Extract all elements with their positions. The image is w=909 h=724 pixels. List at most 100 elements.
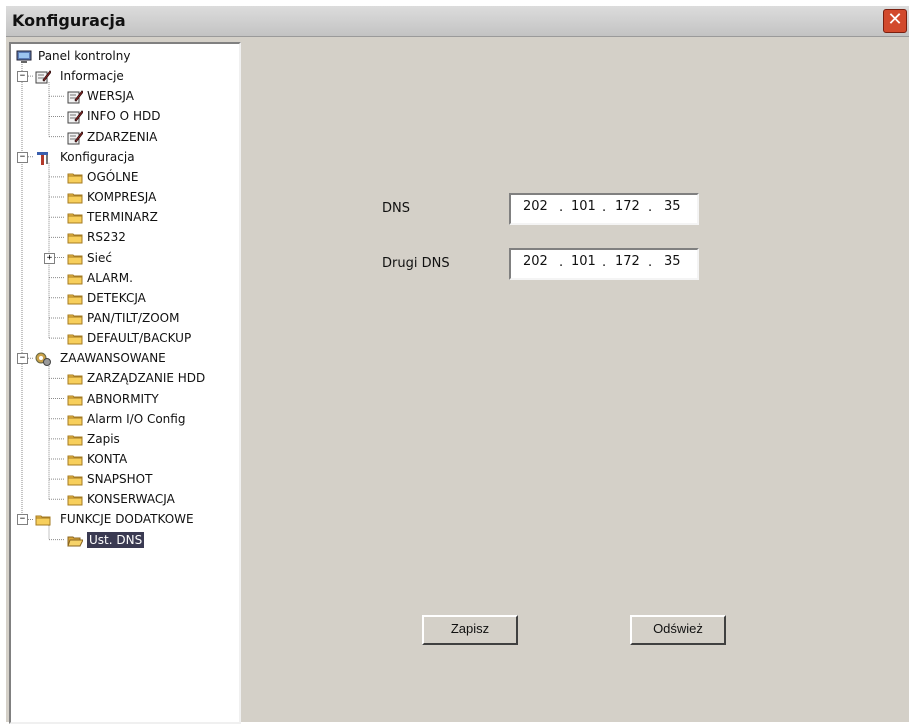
tree-item[interactable]: Panel kontrolny: [11, 47, 239, 65]
tree-item[interactable]: DETEKCJA: [11, 289, 239, 307]
tree-item-label[interactable]: ZARZĄDZANIE HDD: [87, 370, 205, 386]
tree-item-label[interactable]: Zapis: [87, 431, 120, 447]
folder-icon: [67, 472, 83, 486]
tree-item[interactable]: ZDARZENIA: [11, 128, 239, 146]
tree-item[interactable]: − Konfiguracja: [11, 148, 239, 166]
dns-label: DNS: [382, 201, 410, 216]
tree-item[interactable]: PAN/TILT/ZOOM: [11, 309, 239, 327]
dns2-octet-1[interactable]: 202: [523, 254, 548, 269]
tree-item-label[interactable]: Informacje: [60, 68, 124, 84]
tree-item-label[interactable]: OGÓLNE: [87, 169, 138, 185]
open-folder-icon: [67, 533, 84, 547]
tree-item[interactable]: ALARM.: [11, 269, 239, 287]
tree-item-label[interactable]: INFO O HDD: [87, 108, 160, 124]
folder-icon: [67, 190, 83, 204]
tree-item[interactable]: − FUNKCJE DODATKOWE: [11, 510, 239, 528]
dns2-dot-3: .: [648, 255, 653, 270]
tree-item-label[interactable]: KOMPRESJA: [87, 189, 156, 205]
navigation-tree[interactable]: Panel kontrolny − Informacje WERSJA INFO O H…: [9, 42, 241, 724]
tree-item[interactable]: TERMINARZ: [11, 208, 239, 226]
tree-item[interactable]: KONSERWACJA: [11, 490, 239, 508]
tree-item[interactable]: OGÓLNE: [11, 168, 239, 186]
collapse-icon[interactable]: −: [17, 353, 28, 365]
tree-item[interactable]: SNAPSHOT: [11, 470, 239, 488]
tree-item-label[interactable]: Konfiguracja: [60, 149, 135, 165]
tree-item-label[interactable]: DEFAULT/BACKUP: [87, 330, 191, 346]
dns-octet-1[interactable]: 202: [523, 199, 548, 214]
content-area: Panel kontrolny − Informacje WERSJA INFO O H…: [6, 37, 909, 724]
tree-item-label[interactable]: RS232: [87, 229, 126, 245]
notepad-pencil-icon: [67, 130, 84, 145]
dns-dot-2: .: [602, 200, 607, 215]
folder-icon: [67, 432, 83, 446]
monitor-icon: [16, 49, 32, 63]
dns2-dot-1: .: [559, 255, 564, 270]
dns-dot-3: .: [648, 200, 653, 215]
secondary-dns-input[interactable]: 202 . 101 . 172 . 35: [509, 248, 699, 280]
folder-icon: [67, 230, 83, 244]
notepad-pencil-icon: [67, 109, 84, 124]
tree-item[interactable]: RS232: [11, 228, 239, 246]
tree-item-label[interactable]: WERSJA: [87, 88, 134, 104]
dns2-octet-4[interactable]: 35: [664, 254, 681, 269]
dns2-octet-2[interactable]: 101: [571, 254, 596, 269]
tree-item-label[interactable]: Ust. DNS: [87, 531, 145, 548]
save-button[interactable]: Zapisz: [422, 615, 518, 645]
folder-icon: [67, 412, 83, 426]
tree-item-label[interactable]: FUNKCJE DODATKOWE: [60, 511, 194, 527]
config-window: Konfiguracja ✕ Panel kontrolny − Informacj…: [6, 6, 909, 724]
folder-icon: [67, 331, 83, 345]
tree-item-label[interactable]: Alarm I/O Config: [87, 411, 185, 427]
tree-item[interactable]: − ZAAWANSOWANE: [11, 349, 239, 367]
notepad-pencil-icon: [35, 69, 52, 84]
folder-icon: [67, 492, 83, 506]
collapse-icon[interactable]: −: [17, 514, 28, 526]
folder-icon: [67, 170, 83, 184]
folder-icon: [67, 291, 83, 305]
tools-icon: [35, 150, 51, 165]
tree-item[interactable]: Zapis: [11, 430, 239, 448]
tree-item[interactable]: ZARZĄDZANIE HDD: [11, 369, 239, 387]
dns-input[interactable]: 202 . 101 . 172 . 35: [509, 193, 699, 225]
tree-item-label[interactable]: SNAPSHOT: [87, 471, 152, 487]
dns-octet-3[interactable]: 172: [615, 199, 640, 214]
tree-item[interactable]: Alarm I/O Config: [11, 410, 239, 428]
folder-icon: [67, 452, 83, 466]
tree-item[interactable]: ABNORMITY: [11, 390, 239, 408]
tree-item[interactable]: − Informacje: [11, 67, 239, 85]
dns-octet-2[interactable]: 101: [571, 199, 596, 214]
tree-item-label[interactable]: DETEKCJA: [87, 290, 146, 306]
tree-item-label[interactable]: PAN/TILT/ZOOM: [87, 310, 179, 326]
refresh-button[interactable]: Odśwież: [630, 615, 726, 645]
tree-item[interactable]: INFO O HDD: [11, 107, 239, 125]
tree-item-label[interactable]: ALARM.: [87, 270, 133, 286]
tree-item[interactable]: KOMPRESJA: [11, 188, 239, 206]
dns2-octet-3[interactable]: 172: [615, 254, 640, 269]
folder-icon: [67, 311, 83, 325]
collapse-icon[interactable]: −: [17, 151, 28, 163]
tree-item-label[interactable]: KONTA: [87, 451, 127, 467]
tree-item-label[interactable]: Sieć: [87, 250, 112, 266]
dns-dot-1: .: [559, 200, 564, 215]
tree-item[interactable]: KONTA: [11, 450, 239, 468]
close-icon[interactable]: ✕: [883, 9, 907, 33]
dns-octet-4[interactable]: 35: [664, 199, 681, 214]
gears-icon: [35, 351, 51, 367]
tree-item-label[interactable]: ZAAWANSOWANE: [60, 350, 166, 366]
collapse-icon[interactable]: −: [17, 71, 28, 83]
tree-item-label[interactable]: Panel kontrolny: [38, 48, 130, 64]
expand-icon[interactable]: +: [44, 252, 55, 264]
tree-item[interactable]: + Sieć: [11, 249, 239, 267]
tree-item-label[interactable]: KONSERWACJA: [87, 491, 175, 507]
tree-item[interactable]: DEFAULT/BACKUP: [11, 329, 239, 347]
tree-item[interactable]: Ust. DNS: [11, 531, 239, 549]
folder-icon: [67, 251, 83, 265]
secondary-dns-label: Drugi DNS: [382, 256, 450, 271]
folder-icon: [35, 512, 51, 526]
tree-item-label[interactable]: TERMINARZ: [87, 209, 158, 225]
tree-item-label[interactable]: ABNORMITY: [87, 391, 159, 407]
tree-item[interactable]: WERSJA: [11, 87, 239, 105]
window-title: Konfiguracja: [12, 11, 126, 30]
tree-item-label[interactable]: ZDARZENIA: [87, 129, 157, 145]
title-bar[interactable]: Konfiguracja ✕: [6, 6, 909, 37]
